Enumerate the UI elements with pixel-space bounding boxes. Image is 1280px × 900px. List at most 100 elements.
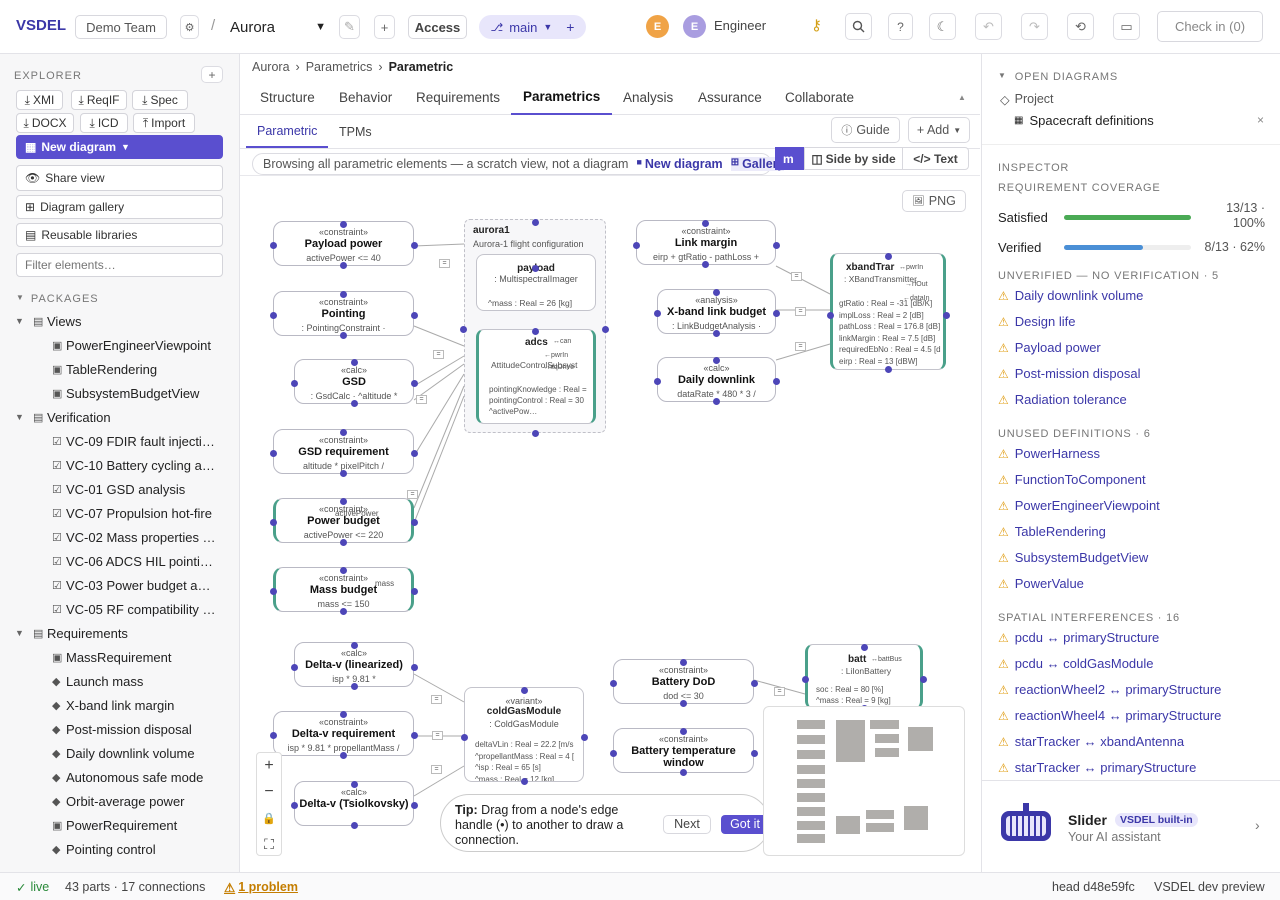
edge-handle[interactable] [411,380,418,387]
tree-item[interactable]: ☑ VC-06 ADCS HIL pointi… [0,549,240,573]
warning-item[interactable]: ⚠ FunctionToComponent [998,472,1146,487]
edge-handle[interactable] [773,310,780,317]
view-mode-side-by-side[interactable]: ◫ Side by side [804,147,903,170]
view-mode-text[interactable]: </> Text [902,147,969,170]
edge-handle[interactable] [411,519,418,526]
edge-handle[interactable] [270,519,277,526]
breadcrumb-item[interactable]: Aurora [252,60,290,74]
node-aurora1[interactable]: aurora1 Aurora-1 flight configuration pa… [464,219,606,433]
edge-handle[interactable] [340,221,347,228]
tree-item[interactable]: ☑ VC-10 Battery cycling a… [0,453,240,477]
edge-handle[interactable] [411,588,418,595]
add-element-icon[interactable]: + [201,66,223,83]
edge-handle[interactable] [610,750,617,757]
zoom-in-icon[interactable]: + [257,753,281,779]
import-docx-button[interactable]: ⤓ DOCX [16,113,74,133]
warning-item[interactable]: ⚠ Daily downlink volume [998,288,1143,303]
edge-handle[interactable] [680,769,687,776]
import-xmi-button[interactable]: ⤓ XMI [16,90,63,110]
edge-handle[interactable] [340,429,347,436]
subtab-parametric[interactable]: Parametric [246,115,329,148]
edge-handle[interactable] [270,242,277,249]
assistant-card[interactable]: Slider VSDEL built-in Your AI assistant … [982,780,1280,872]
edge-handle[interactable] [340,752,347,759]
warning-item[interactable]: ⚠ pcdu ↔ coldGasModule [998,656,1154,671]
tree-item[interactable]: ◆ Orbit-average power [0,789,240,813]
tab-analysis[interactable]: Analysis [623,80,673,114]
warning-item[interactable]: ⚠ PowerHarness [998,446,1100,461]
access-button[interactable]: Access [408,15,467,39]
book-icon[interactable]: ▭ [1113,13,1140,40]
edge-handle[interactable] [581,734,588,741]
edge-handle[interactable] [521,687,528,694]
tab-requirements[interactable]: Requirements [416,80,500,114]
tree-item[interactable]: ▼ ▤ Views [0,309,240,333]
collapse-tabs-icon[interactable]: ▲ [958,80,966,114]
lock-icon[interactable]: 🔒 [257,805,281,831]
caret-down-icon[interactable]: ▼ [15,412,24,422]
edge-handle[interactable] [943,312,950,319]
edge-handle[interactable] [633,242,640,249]
dark-mode-icon[interactable]: ☾ [929,13,956,40]
open-project-item[interactable]: ◇ Project [1000,92,1054,107]
warning-item[interactable]: ⚠ starTracker ↔ primaryStructure [998,760,1196,775]
fit-view-icon[interactable]: ⛶ [257,831,281,857]
share-view-button[interactable]: 👁 Share view [16,165,223,191]
edge-handle[interactable] [270,450,277,457]
edge-handle[interactable] [351,781,358,788]
edge-handle[interactable] [713,398,720,405]
edge-handle[interactable] [885,253,892,260]
tree-item[interactable]: ☑ VC-03 Power budget a… [0,573,240,597]
edge-handle[interactable] [351,400,358,407]
edge-handle[interactable] [702,261,709,268]
edge-handle[interactable] [920,676,927,683]
tip-got-it-button[interactable]: Got it [721,815,769,834]
import-button[interactable]: ⤒ Import [133,113,195,133]
tree-item[interactable]: ☑ VC-02 Mass properties … [0,525,240,549]
caret-down-icon[interactable]: ▼ [15,316,24,326]
tree-item[interactable]: ◆ Pointing control [0,837,240,861]
edge-handle[interactable] [654,310,661,317]
add-branch-icon[interactable]: + [566,19,574,35]
breadcrumb-item[interactable]: Parametrics [306,60,373,74]
banner-new-diagram-link[interactable]: ■ New diagram [636,157,722,171]
edge-handle[interactable] [270,588,277,595]
help-icon[interactable]: ? [888,13,913,40]
key-icon[interactable]: ⚷ [811,16,822,34]
new-diagram-button[interactable]: ▦ New diagram ▼ [16,135,223,159]
edge-handle[interactable] [532,219,539,226]
avatar[interactable]: E [646,15,669,38]
edge-handle[interactable] [411,312,418,319]
node-battery[interactable]: batt : LiIonBattery soc : Real = 80 [%] … [805,644,923,709]
warning-item[interactable]: ⚠ PowerValue [998,576,1084,591]
node-payload[interactable]: payload : MultispectralImager ^mass : Re… [476,254,596,311]
edge-handle[interactable] [411,802,418,809]
warning-item[interactable]: ⚠ pcdu ↔ primaryStructure [998,630,1159,645]
zoom-out-icon[interactable]: − [257,779,281,805]
edge-handle[interactable] [532,430,539,437]
edge-handle[interactable] [351,642,358,649]
edge-handle[interactable] [610,680,617,687]
edge-handle[interactable] [340,291,347,298]
project-select[interactable]: Aurora ▼ [230,14,326,40]
edge-handle[interactable] [340,470,347,477]
edge-handle[interactable] [680,728,687,735]
import-icd-button[interactable]: ⤓ ICD [80,113,128,133]
diagram-canvas[interactable]: 🖼 PNG «constraint» Payload power activePowe… [240,176,980,872]
edge-handle[interactable] [340,498,347,505]
tree-item[interactable]: ☑ VC-09 FDIR fault injecti… [0,429,240,453]
guide-button[interactable]: ⓘ Guide [831,117,900,143]
tree-item[interactable]: ▣ TableRendering [0,357,240,381]
redo-icon[interactable]: ↷ [1021,13,1048,40]
warning-item[interactable]: ⚠ Radiation tolerance [998,392,1127,407]
tree-item[interactable]: ☑ VC-01 GSD analysis [0,477,240,501]
tab-behavior[interactable]: Behavior [339,80,392,114]
edge-handle[interactable] [702,220,709,227]
warning-item[interactable]: ⚠ TableRendering [998,524,1106,539]
import-spec-button[interactable]: ⤓ Spec [132,90,188,110]
edge-handle[interactable] [751,680,758,687]
tree-item[interactable]: ▼ ▤ Requirements [0,621,240,645]
team-selector[interactable]: Demo Team [75,15,167,39]
user-role[interactable]: Engineer [714,18,766,33]
edge-handle[interactable] [291,664,298,671]
